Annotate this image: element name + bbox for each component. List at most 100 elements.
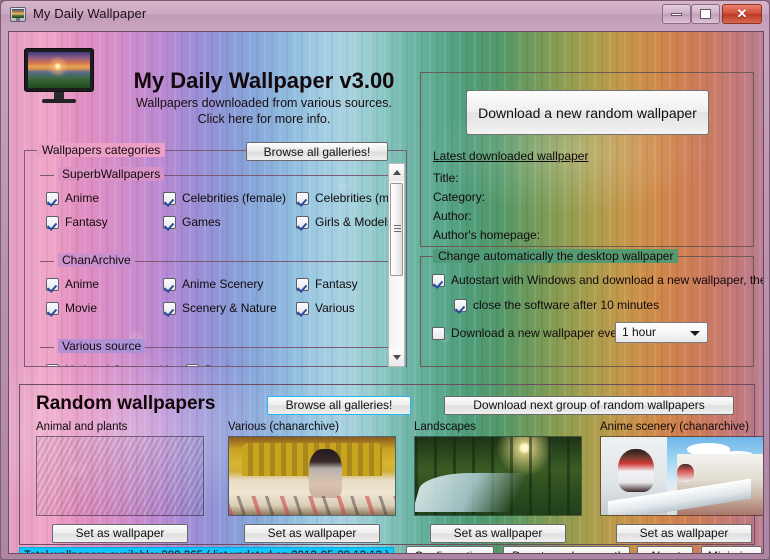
thumbnail-caption: Various (chanarchive) — [228, 421, 340, 433]
checkbox-icon[interactable] — [296, 216, 309, 229]
monitor-base — [42, 99, 76, 103]
checkbox-icon[interactable] — [432, 327, 445, 340]
thumbnail-image-various-chanarchive[interactable] — [228, 436, 396, 516]
section-rule-right — [134, 261, 390, 262]
checkbox-icon[interactable] — [46, 302, 59, 315]
field-title: Title: — [433, 171, 459, 185]
checkbox-icon[interactable] — [163, 192, 176, 205]
cat-photo — [37, 437, 203, 515]
more-info-link[interactable]: Click here for more info. — [119, 112, 409, 126]
section-label: ChanArchive — [58, 253, 135, 267]
auto-change-legend: Change automatically the desktop wallpap… — [433, 249, 679, 263]
download-random-wallpaper-button[interactable]: Download a new random wallpaper — [466, 90, 709, 135]
status-bar: Total wallpapers available: 389.365 ( li… — [19, 547, 394, 553]
checkbox-icon[interactable] — [296, 302, 309, 315]
monitor-icon-stand — [16, 18, 20, 21]
set-as-wallpaper-button-3[interactable]: Set as wallpaper — [430, 524, 566, 543]
configuration-button[interactable]: Configuration — [406, 546, 494, 553]
checkbox-label: Autostart with Windows and download a ne… — [451, 273, 764, 287]
monitor-screen — [28, 52, 90, 88]
close-icon: ✕ — [736, 6, 748, 21]
scrollbar-grip-icon — [394, 225, 401, 226]
checkbox-label: close the software after 10 minutes — [473, 298, 660, 312]
thumbnail-caption: Anime scenery (chanarchive) — [600, 421, 749, 433]
page-title: My Daily Wallpaper v3.00 — [133, 68, 395, 93]
monitor-icon-screen — [12, 9, 24, 18]
auto-change-group: Change automatically the desktop wallpap… — [420, 249, 763, 367]
checkbox-row: Anime Anime Scenery Fantasy — [38, 277, 390, 297]
checkbox-icon[interactable] — [46, 192, 59, 205]
window-title: My Daily Wallpaper — [33, 6, 147, 21]
section-rule-left — [40, 261, 54, 262]
checkbox-icon[interactable] — [296, 278, 309, 291]
thumbnail-image-animal-plants[interactable] — [36, 436, 204, 516]
checkbox-label: Movie — [65, 301, 98, 315]
checkbox-label: Fantasy — [315, 277, 358, 291]
checkbox-label: Desktoppr.co — [205, 363, 275, 366]
section-label: SuperbWallpapers — [58, 167, 165, 181]
checkbox-row: Fantasy Games Girls & Models — [38, 215, 390, 235]
app-content-area: My Daily Wallpaper v3.00 Wallpapers down… — [8, 31, 764, 554]
checkbox-icon[interactable] — [46, 278, 59, 291]
thumbnail-image-landscapes[interactable] — [414, 436, 582, 516]
field-category: Category: — [433, 190, 486, 204]
minimize-window-button[interactable] — [662, 4, 691, 24]
anime-city-photo — [601, 437, 763, 515]
categories-scrollbar[interactable] — [388, 163, 405, 367]
checkbox-icon[interactable] — [432, 274, 445, 287]
checkbox-icon[interactable] — [163, 302, 176, 315]
random-wallpapers-panel: Random wallpapers Browse all galleries! … — [19, 384, 763, 545]
scrollbar-thumb[interactable] — [390, 183, 403, 276]
minimize-icon — [663, 5, 690, 23]
scroll-up-arrow-icon[interactable] — [389, 164, 404, 181]
checkbox-label: Anime — [65, 191, 100, 205]
checkbox-row: Movie Scenery & Nature Various — [38, 301, 390, 321]
browse-all-galleries-button-bottom[interactable]: Browse all galleries! — [267, 396, 411, 415]
set-as-wallpaper-button-4[interactable]: Set as wallpaper — [616, 524, 752, 543]
checkbox-label: Celebrities (female) — [182, 191, 287, 205]
checkbox-label: Games — [182, 215, 221, 229]
section-rule-right — [142, 347, 390, 348]
checkbox-icon[interactable] — [163, 216, 176, 229]
donate-button[interactable]: Donate and support! — [503, 546, 630, 553]
download-next-group-button[interactable]: Download next group of random wallpapers — [444, 396, 734, 415]
latest-downloaded-wallpaper-label: Latest downloaded wallpaper — [433, 149, 589, 163]
checkbox-label: Fantasy — [65, 215, 108, 229]
subtitle-line-1: Wallpapers downloaded from various sourc… — [136, 96, 392, 110]
browse-all-galleries-button-top[interactable]: Browse all galleries! — [246, 142, 388, 161]
close-window-button[interactable]: ✕ — [722, 4, 762, 24]
checkbox-label: Download a new wallpaper every — [451, 326, 628, 340]
wallpaper-categories-legend: Wallpapers categories — [37, 143, 166, 157]
checkbox-row: National Geographic Desktoppr.co — [38, 363, 390, 366]
thumbnail-caption: Animal and plants — [36, 421, 128, 433]
checkbox-icon[interactable] — [186, 364, 199, 366]
checkbox-icon[interactable] — [296, 192, 309, 205]
checkbox-label: Celebrities (male) — [315, 191, 390, 205]
forest-river-photo — [415, 437, 581, 515]
checkbox-icon[interactable] — [454, 299, 467, 312]
checkbox-icon[interactable] — [46, 364, 59, 366]
checkbox-icon[interactable] — [46, 216, 59, 229]
about-button[interactable]: About — [637, 546, 693, 553]
field-author: Author: — [433, 209, 472, 223]
application-window: My Daily Wallpaper ✕ My Daily Wallpaper … — [0, 0, 770, 560]
maximize-icon — [692, 5, 719, 23]
maximize-window-button[interactable] — [691, 4, 720, 24]
latest-wallpaper-panel: Download a new random wallpaper Latest d… — [420, 72, 754, 247]
checkbox-label: National Geographic — [65, 363, 174, 366]
checkbox-label: Anime Scenery — [182, 277, 264, 291]
set-as-wallpaper-button-1[interactable]: Set as wallpaper — [52, 524, 188, 543]
monitor-neck — [54, 92, 64, 99]
wallpaper-categories-group: Wallpapers categories SuperbWallpapers A… — [24, 143, 407, 367]
thumbnail-image-anime-scenery[interactable] — [600, 436, 763, 516]
scroll-down-arrow-icon[interactable] — [389, 349, 404, 366]
title-bar[interactable]: My Daily Wallpaper ✕ — [1, 1, 769, 29]
checkbox-label: Girls & Models — [315, 215, 390, 229]
set-as-wallpaper-button-2[interactable]: Set as wallpaper — [244, 524, 380, 543]
minimize-button[interactable]: Minimize — [701, 546, 762, 553]
section-label: Various source — [58, 339, 146, 353]
checkbox-icon[interactable] — [163, 278, 176, 291]
section-rule-right — [156, 175, 390, 176]
checkbox-label: Various — [315, 301, 355, 315]
interval-dropdown[interactable]: 1 hour — [615, 322, 708, 343]
